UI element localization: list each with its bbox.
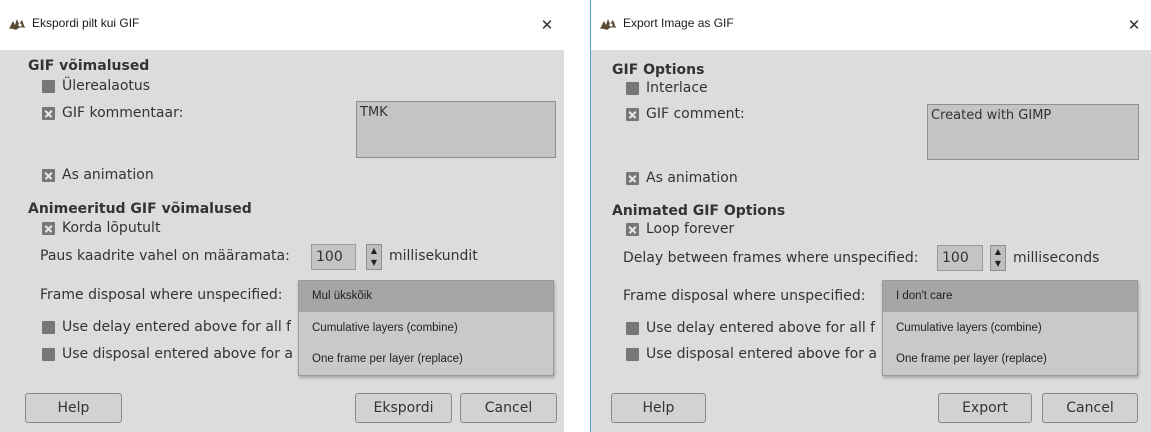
gimp-wilber-icon: [9, 19, 25, 30]
gif-comment-field[interactable]: TMK: [356, 101, 556, 158]
spin-arrows-icon[interactable]: ▲ ▼: [990, 245, 1006, 271]
checkbox-checked-icon: [42, 106, 55, 120]
window-title: Ekspordi pilt kui GIF: [32, 16, 140, 30]
spin-down-icon[interactable]: ▼: [367, 257, 381, 269]
checkbox-unchecked-icon: [42, 347, 55, 361]
use-delay-label: Use delay entered above for all f: [646, 320, 876, 336]
as-animation-checkbox[interactable]: As animation: [42, 166, 154, 184]
gif-comment-label: GIF kommentaar:: [62, 105, 184, 121]
title-bar: Ekspordi pilt kui GIF ✕: [0, 0, 564, 50]
loop-forever-label: Loop forever: [646, 221, 735, 237]
dropdown-option[interactable]: Cumulative layers (combine): [883, 313, 1137, 344]
as-animation-label: As animation: [62, 167, 154, 183]
use-disposal-label: Use disposal entered above for a: [646, 346, 877, 362]
close-button[interactable]: ✕: [1121, 12, 1147, 38]
interlace-label: Ülerealaotus: [62, 78, 151, 94]
help-button[interactable]: Help: [611, 393, 706, 423]
close-button[interactable]: ✕: [534, 12, 560, 38]
frame-disposal-label: Frame disposal where unspecified:: [623, 288, 866, 304]
gif-options-heading: GIF Options: [612, 62, 705, 78]
export-gif-dialog-english: Export Image as GIF ✕ GIF Options Interl…: [590, 0, 1151, 432]
gif-options-heading: GIF võimalused: [28, 58, 150, 74]
delay-input[interactable]: 100: [937, 245, 983, 271]
loop-forever-label: Korda lõputult: [62, 220, 161, 236]
title-bar: Export Image as GIF ✕: [591, 0, 1151, 50]
animated-gif-options-heading: Animeeritud GIF võimalused: [28, 201, 252, 217]
delay-unit-label: millisekundit: [389, 248, 478, 264]
gif-comment-label: GIF comment:: [646, 106, 745, 122]
export-gif-dialog-estonian: Ekspordi pilt kui GIF ✕ GIF võimalused Ü…: [0, 0, 564, 432]
loop-forever-checkbox[interactable]: Loop forever: [626, 220, 734, 238]
dropdown-option[interactable]: Cumulative layers (combine): [299, 313, 553, 344]
checkbox-checked-icon: [626, 171, 639, 185]
cancel-button[interactable]: Cancel: [1042, 393, 1138, 423]
checkbox-unchecked-icon: [626, 321, 639, 335]
cancel-button[interactable]: Cancel: [460, 393, 557, 423]
animated-gif-options-heading: Animated GIF Options: [612, 203, 786, 219]
checkbox-checked-icon: [626, 222, 639, 236]
spin-up-icon[interactable]: ▲: [991, 246, 1005, 258]
use-disposal-label: Use disposal entered above for a: [62, 346, 293, 362]
frame-disposal-dropdown[interactable]: I don't care Cumulative layers (combine)…: [882, 280, 1138, 376]
dropdown-option[interactable]: One frame per layer (replace): [299, 344, 553, 375]
checkbox-unchecked-icon: [626, 347, 639, 361]
loop-forever-checkbox[interactable]: Korda lõputult: [42, 219, 160, 237]
export-button[interactable]: Ekspordi: [355, 393, 452, 423]
dropdown-option[interactable]: Mul ükskõik: [299, 281, 553, 312]
window-title: Export Image as GIF: [623, 16, 734, 30]
checkbox-unchecked-icon: [42, 320, 55, 334]
gif-comment-checkbox[interactable]: GIF comment:: [626, 105, 745, 123]
as-animation-label: As animation: [646, 170, 738, 186]
checkbox-checked-icon: [42, 221, 55, 235]
checkbox-unchecked-icon: [42, 79, 55, 93]
spin-arrows-icon[interactable]: ▲ ▼: [366, 244, 382, 270]
use-disposal-checkbox[interactable]: Use disposal entered above for a: [626, 345, 877, 363]
use-delay-label: Use delay entered above for all f: [62, 319, 292, 335]
interlace-checkbox[interactable]: Interlace: [626, 79, 708, 97]
gif-comment-field[interactable]: Created with GIMP: [927, 104, 1139, 160]
use-disposal-checkbox[interactable]: Use disposal entered above for a: [42, 345, 293, 363]
dropdown-option[interactable]: I don't care: [883, 281, 1137, 312]
delay-label: Paus kaadrite vahel on määramata:: [40, 248, 290, 264]
spin-down-icon[interactable]: ▼: [991, 258, 1005, 270]
checkbox-unchecked-icon: [626, 81, 639, 95]
as-animation-checkbox[interactable]: As animation: [626, 169, 738, 187]
interlace-label: Interlace: [646, 80, 708, 96]
use-delay-checkbox[interactable]: Use delay entered above for all f: [42, 318, 291, 336]
checkbox-checked-icon: [626, 107, 639, 121]
checkbox-checked-icon: [42, 168, 55, 182]
delay-input[interactable]: 100: [311, 244, 356, 270]
use-delay-checkbox[interactable]: Use delay entered above for all f: [626, 319, 875, 337]
gif-comment-checkbox[interactable]: GIF kommentaar:: [42, 104, 183, 122]
spin-up-icon[interactable]: ▲: [367, 245, 381, 257]
dropdown-option[interactable]: One frame per layer (replace): [883, 344, 1137, 375]
delay-unit-label: milliseconds: [1013, 250, 1100, 266]
help-button[interactable]: Help: [25, 393, 122, 423]
interlace-checkbox[interactable]: Ülerealaotus: [42, 77, 150, 95]
gimp-wilber-icon: [600, 19, 616, 30]
export-button[interactable]: Export: [938, 393, 1032, 423]
frame-disposal-dropdown[interactable]: Mul ükskõik Cumulative layers (combine) …: [298, 280, 554, 376]
delay-label: Delay between frames where unspecified:: [623, 250, 919, 266]
frame-disposal-label: Frame disposal where unspecified:: [40, 287, 283, 303]
